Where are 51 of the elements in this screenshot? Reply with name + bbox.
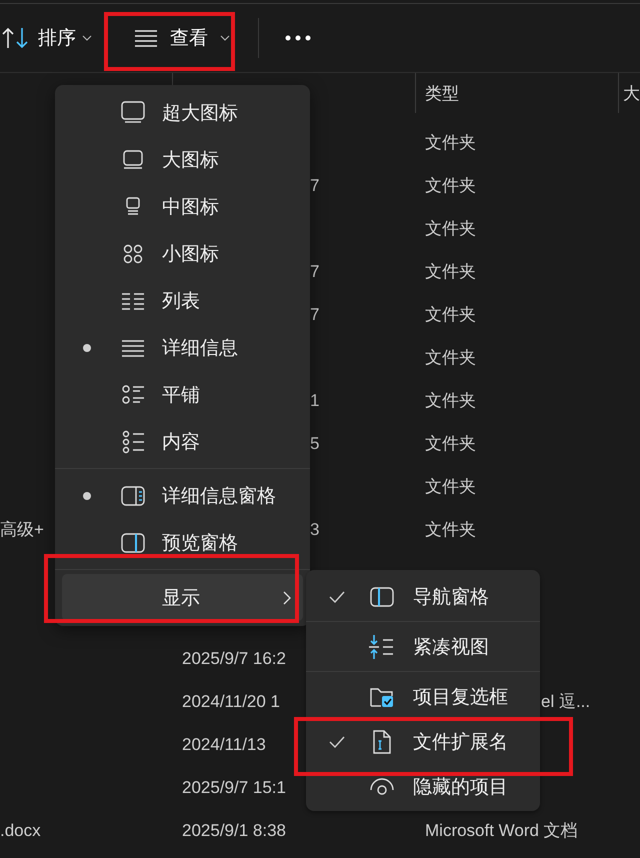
show-menu-item[interactable]: 显示 [62,574,303,621]
table-cell-text: 2024/11/20 1 [182,692,281,712]
menu-item[interactable]: 中图标 [55,183,310,230]
table-cell-text: 文件夹 [425,433,477,455]
menu-item[interactable]: 项目复选框 [306,674,540,719]
menu-item[interactable]: 内容 [55,418,310,465]
menu-item[interactable]: 小图标 [55,230,310,277]
menu-item[interactable]: 列表 [55,277,310,324]
menu-item[interactable]: 详细信息窗格 [55,472,310,519]
chevron-right-icon [283,590,291,604]
table-cell-text: 7 [309,262,320,282]
table-cell-text: 7 [309,304,320,324]
column-header[interactable]: 类型 [415,73,618,113]
table-cell-text: 2025/9/7 16:2 [182,648,287,668]
table-cell-text: 2025/9/7 15:1 [182,778,287,798]
table-cell-text: 3 [309,520,320,540]
table-cell-text: 文件夹 [425,476,477,498]
table-cell-text: .docx [0,820,42,840]
table-cell-text: 文件夹 [425,304,477,326]
table-cell-text: 2024/11/13 [182,734,267,754]
menu-item[interactable]: 超大图标 [55,89,310,136]
table-cell-text: 2025/9/1 8:38 [182,820,287,840]
table-cell-text: 文件夹 [425,390,477,412]
caret-icon [82,35,92,41]
sort-button[interactable]: 排序 [0,16,100,60]
caret-icon [220,35,230,41]
menu-item[interactable]: 预览窗格 [55,519,310,566]
table-cell-text: 7 [309,176,320,196]
menu-item[interactable]: 导航窗格 [306,574,540,619]
menu-item[interactable]: 大图标 [55,136,310,183]
menu-item[interactable]: 文件扩展名 [306,719,540,764]
table-cell-text: 文件夹 [425,261,477,283]
table-cell-text: 文件夹 [425,519,477,541]
compact-view-icon [368,632,396,660]
table-cell-text: Microsoft Word 文档 [425,820,579,842]
table-cell-text: el 逗... [540,691,592,713]
menu-item[interactable]: 详细信息 [55,324,310,371]
menu-item[interactable]: 隐藏的项目 [306,764,540,809]
view-button[interactable]: 查看 [134,16,234,60]
lines-icon [134,29,158,47]
menu-item[interactable]: 平铺 [55,371,310,418]
column-header[interactable]: 大 [618,73,640,113]
table-cell-text: 高级+ [0,519,45,541]
table-cell-text: 5 [309,434,320,454]
menu-item[interactable]: 紧凑视图 [306,624,540,669]
more-icon [285,35,311,41]
table-cell-text: 1 [309,390,320,410]
table-cell-text: 文件夹 [425,218,477,240]
table-cell-text: 文件夹 [425,132,477,154]
table-cell-text: 文件夹 [425,175,477,197]
table-cell-text: 文件夹 [425,347,477,369]
